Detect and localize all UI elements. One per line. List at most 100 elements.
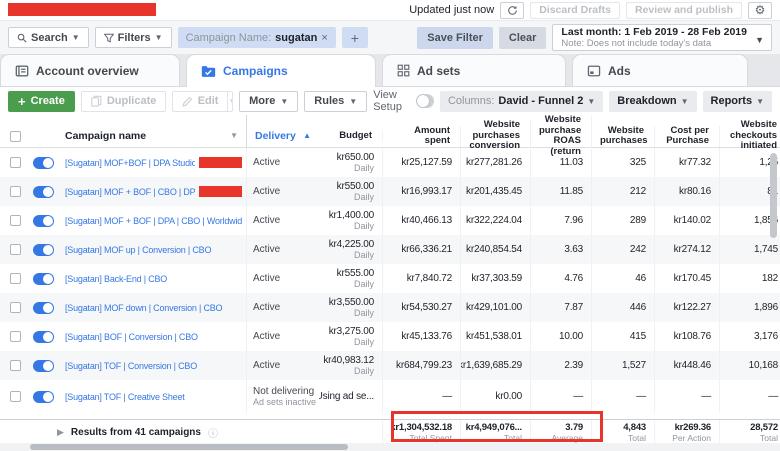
horizontal-scrollbar-track [0,443,780,451]
review-publish-button[interactable]: Review and publish [626,2,742,19]
campaign-toggle[interactable] [33,273,54,285]
ads-icon [587,65,601,77]
campaign-toggle[interactable] [33,186,54,198]
column-header-website-purchases[interactable]: Website purchases [592,126,655,147]
cell-checkouts-initiated: 3,176 [720,322,780,351]
view-setup-toggle[interactable] [416,94,433,108]
save-filter-button[interactable]: Save Filter [417,27,493,49]
cell-purchase-roas: 11.85 [531,177,592,206]
column-header-amount-spent[interactable]: Amount spent [383,126,461,147]
close-icon[interactable]: × [321,32,327,44]
cell-amount-spent: kr16,993.17 [383,177,461,206]
refresh-button[interactable] [500,2,524,19]
cell-website-purchases: 212 [592,177,655,206]
table-row: [Sugatan] MOF + BOF | CBO | DPA UGC | Ac… [0,177,780,206]
column-header-cost-per-purchase[interactable]: Cost per Purchase [655,126,720,147]
row-checkbox[interactable] [10,273,21,284]
expand-icon[interactable]: ▶ [57,427,64,438]
table-row: [Sugatan] TOF | Creative Sheet Not deliv… [0,380,780,413]
row-checkbox[interactable] [10,360,21,371]
cell-delivery: Active [247,293,319,322]
plus-icon: + [18,96,26,107]
cell-checkouts-initiated: 1,896 [720,293,780,322]
cell-amount-spent: kr66,336.21 [383,235,461,264]
cell-amount-spent: kr45,133.76 [383,322,461,351]
clear-filter-button[interactable]: Clear [499,27,547,49]
campaign-name-link[interactable]: [Sugatan] MOF down | Conversion | CBO [65,303,222,313]
cell-delivery: Active [247,351,319,380]
row-checkbox[interactable] [10,391,21,402]
table-row: [Sugatan] Back-End | CBO Active kr555.00… [0,264,780,293]
campaign-toggle[interactable] [33,331,54,343]
row-checkbox[interactable] [10,244,21,255]
chevron-down-icon: ▼ [230,131,238,142]
date-range-selector[interactable]: Last month: 1 Feb 2019 - 28 Feb 2019 Not… [552,24,772,51]
campaign-name-link[interactable]: [Sugatan] MOF + BOF | DPA | CBO | Worldw… [65,216,242,226]
campaign-toggle[interactable] [33,391,54,403]
duplicate-button[interactable]: Duplicate ▼ [81,91,166,112]
campaign-toggle[interactable] [33,244,54,256]
edit-button[interactable]: Edit ▼ [172,91,233,112]
total-purchases-conversion: kr4,949,076...Total [461,420,531,445]
row-checkbox[interactable] [10,331,21,342]
cell-cost-per-purchase: kr448.46 [655,351,720,380]
row-checkbox[interactable] [10,215,21,226]
row-checkbox[interactable] [10,157,21,168]
chevron-down-icon: ▼ [681,97,689,106]
campaign-name-filter-chip[interactable]: Campaign Name: sugatan × [178,27,336,48]
chevron-down-icon[interactable]: ▼ [227,92,233,111]
campaign-toggle[interactable] [33,302,54,314]
tab-ads[interactable]: Ads [572,54,748,86]
row-checkbox[interactable] [10,186,21,197]
create-button[interactable]: + Create [8,91,75,112]
campaign-name-link[interactable]: [Sugatan] TOF | Conversion | CBO [65,361,197,371]
search-button[interactable]: Search ▼ [8,27,89,48]
campaign-name-link[interactable]: [Sugatan] BOF | Conversion | CBO [65,332,198,342]
tab-campaigns[interactable]: Campaigns [186,54,376,87]
reports-button[interactable]: Reports ▼ [703,91,772,112]
select-all-checkbox[interactable] [10,131,21,142]
settings-button[interactable]: ⚙ [748,2,772,19]
rules-button[interactable]: Rules ▼ [304,91,367,112]
info-icon[interactable]: ⓘ [208,425,218,440]
chevron-down-icon: ▼ [587,97,595,106]
row-checkbox[interactable] [10,302,21,313]
cell-cost-per-purchase: kr108.76 [655,322,720,351]
search-icon [17,33,27,43]
filters-button[interactable]: Filters ▼ [95,27,172,48]
campaign-name-link[interactable]: [Sugatan] MOF + BOF | CBO | DPA UGC | [65,187,195,197]
column-header-budget[interactable]: Budget [319,131,383,142]
table-row: [Sugatan] MOF up | Conversion | CBO Acti… [0,235,780,264]
chevron-down-icon: ▼ [756,97,764,106]
cell-delivery: Active [247,206,319,235]
sort-ascending-icon: ▲ [303,131,311,142]
cell-purchase-roas: 4.76 [531,264,592,293]
chevron-down-icon: ▼ [155,33,163,42]
campaign-name-link[interactable]: [Sugatan] Back-End | CBO [65,274,167,284]
campaigns-folder-icon [201,65,216,78]
chevron-down-icon: ▼ [349,97,357,106]
action-toolbar: + Create Duplicate ▼ Edit ▼ More ▼ [0,87,780,115]
table-body: [Sugatan] MOF+BOF | DPA Studio | CBO | A… [0,148,780,413]
campaign-name-link[interactable]: [Sugatan] TOF | Creative Sheet [65,392,185,402]
cell-purchase-roas: 3.63 [531,235,592,264]
horizontal-scrollbar[interactable] [30,444,348,450]
cell-amount-spent: kr40,466.13 [383,206,461,235]
more-button[interactable]: More ▼ [239,91,298,112]
column-header-delivery[interactable]: Delivery ▲ [247,131,319,142]
campaign-toggle[interactable] [33,157,54,169]
campaign-name-link[interactable]: [Sugatan] MOF up | Conversion | CBO [65,245,211,255]
columns-button[interactable]: Columns: David - Funnel 2 ▼ [440,91,603,112]
cell-cost-per-purchase: kr140.02 [655,206,720,235]
breakdown-button[interactable]: Breakdown ▼ [609,91,696,112]
campaign-toggle[interactable] [33,215,54,227]
tab-account-overview[interactable]: Account overview [0,54,180,86]
discard-drafts-button[interactable]: Discard Drafts [530,2,620,19]
cell-amount-spent: kr25,127.59 [383,148,461,177]
campaign-name-link[interactable]: [Sugatan] MOF+BOF | DPA Studio | CBO | [65,158,195,168]
cell-purchases-conversion: kr37,303.59 [461,264,531,293]
vertical-scrollbar[interactable] [770,153,777,238]
add-filter-button[interactable]: + [342,27,368,48]
tab-ad-sets[interactable]: Ad sets [382,54,566,86]
campaign-toggle[interactable] [33,360,54,372]
